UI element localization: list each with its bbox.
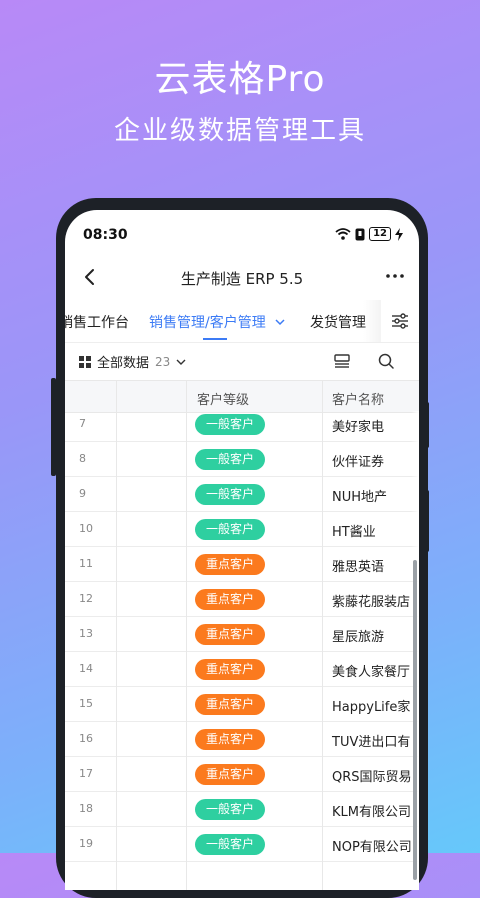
table-row[interactable]: 18 一般客户 KLM有限公司	[65, 792, 419, 827]
row-number: 17	[79, 767, 93, 780]
tab-fade	[363, 300, 383, 342]
search-button[interactable]	[377, 352, 395, 370]
sliders-icon	[392, 313, 408, 329]
table-row[interactable]: 10 一般客户 HT酱业	[65, 512, 419, 547]
row-number: 19	[79, 837, 93, 850]
table-row[interactable]: 13 重点客户 星辰旅游	[65, 617, 419, 652]
column-header-name[interactable]: 客户名称	[332, 389, 384, 408]
table-row[interactable]: 19 一般客户 NOP有限公司	[65, 827, 419, 862]
table-body: 7 一般客户 美好家电 8 一般客户 伙伴证券 9 一般客户 NUH地产 10 一般客户 HT酱业 11…	[65, 407, 419, 862]
search-icon	[378, 353, 394, 369]
customer-level-tag[interactable]: 重点客户	[195, 694, 265, 715]
row-number: 12	[79, 592, 93, 605]
phone-screen: 08:30 12 生产制造 ERP 5.5 销售工作台 销售管理/客户管理 发货…	[65, 210, 419, 890]
customer-level-tag[interactable]: 重点客户	[195, 729, 265, 750]
card-view-icon	[334, 354, 350, 368]
customer-name[interactable]: KLM有限公司	[332, 801, 411, 820]
grid-icon	[79, 355, 91, 368]
customer-level-tag[interactable]: 重点客户	[195, 764, 265, 785]
customer-name[interactable]: QRS国际贸易	[332, 766, 412, 785]
table-row[interactable]: 7 一般客户 美好家电	[65, 407, 419, 442]
column-divider	[116, 380, 117, 890]
view-toolbar: 全部数据 23	[65, 342, 419, 380]
customer-name[interactable]: HT酱业	[332, 521, 376, 540]
row-number: 10	[79, 522, 93, 535]
card-view-button[interactable]	[333, 352, 351, 370]
battery-icon: 12	[369, 227, 391, 241]
customer-level-tag[interactable]: 重点客户	[195, 589, 265, 610]
ellipsis-icon	[386, 274, 404, 278]
row-number: 13	[79, 627, 93, 640]
tab-shipping-management[interactable]: 发货管理	[310, 312, 366, 332]
table-row[interactable]: 8 一般客户 伙伴证券	[65, 442, 419, 477]
column-divider	[322, 380, 323, 890]
customer-name[interactable]: TUV进出口有	[332, 731, 410, 750]
tab-label: 销售管理/客户管理	[149, 315, 266, 331]
customer-name[interactable]: 伙伴证券	[332, 451, 384, 470]
table-row[interactable]: 9 一般客户 NUH地产	[65, 477, 419, 512]
customer-name[interactable]: NOP有限公司	[332, 836, 412, 855]
customer-level-tag[interactable]: 重点客户	[195, 659, 265, 680]
table-row[interactable]: 17 重点客户 QRS国际贸易	[65, 757, 419, 792]
table-row[interactable]: 12 重点客户 紫藤花服装店	[65, 582, 419, 617]
tab-settings-button[interactable]	[381, 300, 419, 342]
customer-level-tag[interactable]: 重点客户	[195, 624, 265, 645]
row-number: 16	[79, 732, 93, 745]
wifi-icon	[335, 228, 351, 240]
phone-frame: 08:30 12 生产制造 ERP 5.5 销售工作台 销售管理/客户管理 发货…	[56, 198, 428, 898]
customer-name[interactable]: 星辰旅游	[332, 626, 384, 645]
row-number: 11	[79, 557, 93, 570]
view-label: 全部数据	[97, 356, 150, 371]
data-table: 客户等级 客户名称 7 一般客户 美好家电 8 一般客户 伙伴证券 9 一般客户 NUH地产 10…	[65, 380, 419, 890]
chevron-down-icon	[275, 319, 285, 326]
hero-title: 云表格Pro	[154, 59, 326, 100]
tab-sales-workbench[interactable]: 销售工作台	[65, 312, 129, 332]
table-row[interactable]: 11 重点客户 雅思英语	[65, 547, 419, 582]
navbar: 生产制造 ERP 5.5	[65, 258, 419, 300]
row-number: 15	[79, 697, 93, 710]
tab-active-indicator	[203, 338, 227, 340]
status-time: 08:30	[83, 227, 128, 243]
record-count: 23	[155, 354, 171, 369]
column-divider	[186, 380, 187, 890]
customer-name[interactable]: 雅思英语	[332, 556, 384, 575]
customer-name[interactable]: 美好家电	[332, 416, 384, 435]
customer-name[interactable]: NUH地产	[332, 486, 387, 505]
view-selector[interactable]: 全部数据 23	[79, 352, 186, 371]
more-button[interactable]	[385, 266, 405, 291]
customer-name[interactable]: HappyLife家	[332, 696, 410, 715]
table-row[interactable]: 15 重点客户 HappyLife家	[65, 687, 419, 722]
status-icons: 12	[335, 227, 403, 241]
vertical-scrollbar[interactable]	[413, 560, 417, 880]
sim-icon	[355, 228, 365, 240]
charging-icon	[395, 227, 403, 241]
customer-level-tag[interactable]: 一般客户	[195, 414, 265, 435]
customer-level-tag[interactable]: 一般客户	[195, 519, 265, 540]
table-row[interactable]: 16 重点客户 TUV进出口有	[65, 722, 419, 757]
customer-level-tag[interactable]: 重点客户	[195, 554, 265, 575]
tab-customer-management[interactable]: 销售管理/客户管理	[149, 312, 286, 332]
row-number: 18	[79, 802, 93, 815]
hero-subtitle: 企业级数据管理工具	[113, 116, 366, 146]
customer-level-tag[interactable]: 一般客户	[195, 834, 265, 855]
table-row[interactable]: 14 重点客户 美食人家餐厅	[65, 652, 419, 687]
status-bar: 08:30 12	[65, 210, 419, 258]
customer-name[interactable]: 美食人家餐厅	[332, 661, 410, 680]
page-title: 生产制造 ERP 5.5	[180, 270, 304, 288]
customer-level-tag[interactable]: 一般客户	[195, 799, 265, 820]
tab-bar: 销售工作台 销售管理/客户管理 发货管理	[65, 300, 419, 343]
customer-name[interactable]: 紫藤花服装店	[332, 591, 410, 610]
chevron-down-icon	[176, 359, 186, 365]
row-number: 7	[79, 417, 86, 430]
customer-level-tag[interactable]: 一般客户	[195, 449, 265, 470]
column-header-level[interactable]: 客户等级	[197, 389, 249, 408]
row-number: 9	[79, 487, 86, 500]
row-number: 8	[79, 452, 86, 465]
customer-level-tag[interactable]: 一般客户	[195, 484, 265, 505]
row-number: 14	[79, 662, 93, 675]
